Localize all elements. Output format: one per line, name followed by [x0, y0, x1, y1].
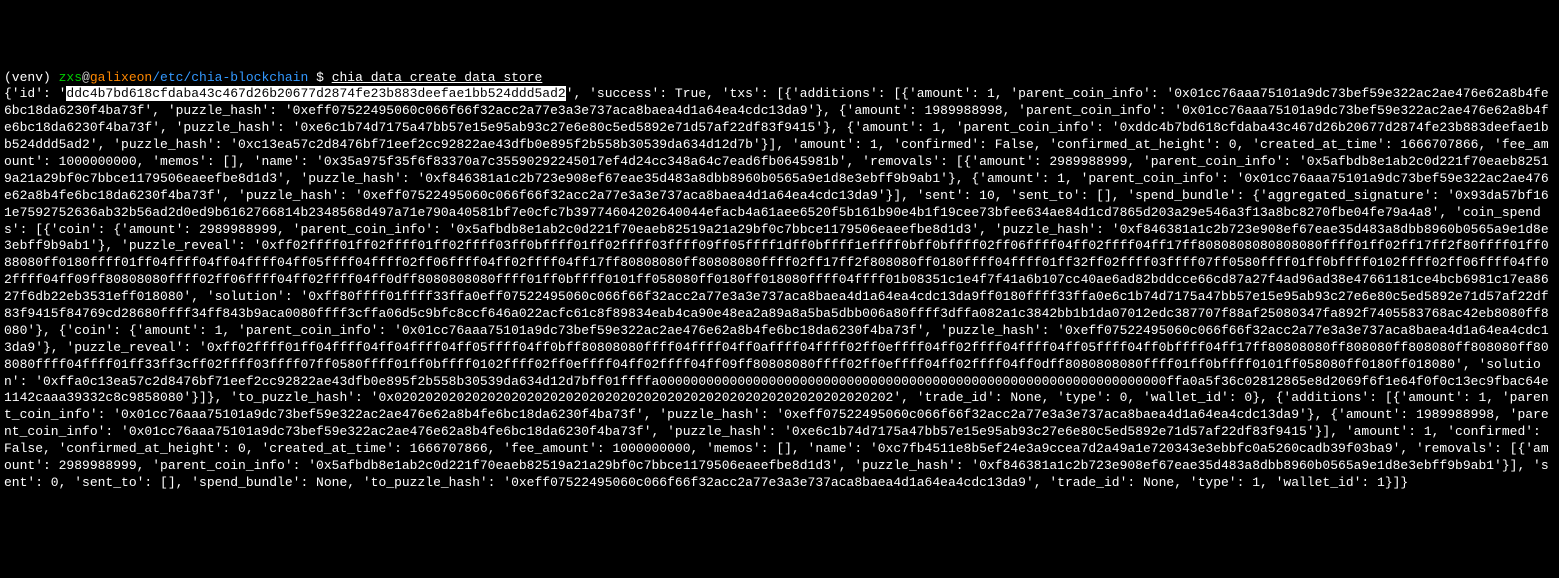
- prompt-dollar: $: [308, 70, 331, 85]
- output-body: ', 'success': True, 'txs': [{'additions'…: [4, 86, 1549, 489]
- hostname: galixeon: [90, 70, 152, 85]
- at-symbol: @: [82, 70, 90, 85]
- venv-indicator: (venv): [4, 70, 59, 85]
- shell-prompt: (venv) zxs@galixeon/etc/chia-blockchain …: [4, 70, 542, 85]
- selected-id[interactable]: ddc4b7bd618cfdaba43c467d26b20677d2874fe2…: [66, 86, 565, 101]
- terminal-output: (venv) zxs@galixeon/etc/chia-blockchain …: [4, 70, 1555, 492]
- typed-command[interactable]: chia data create_data_store: [332, 70, 543, 85]
- cwd-path: /etc/chia-blockchain: [152, 70, 308, 85]
- output-prefix: {'id': ': [4, 86, 66, 101]
- username: zxs: [59, 70, 82, 85]
